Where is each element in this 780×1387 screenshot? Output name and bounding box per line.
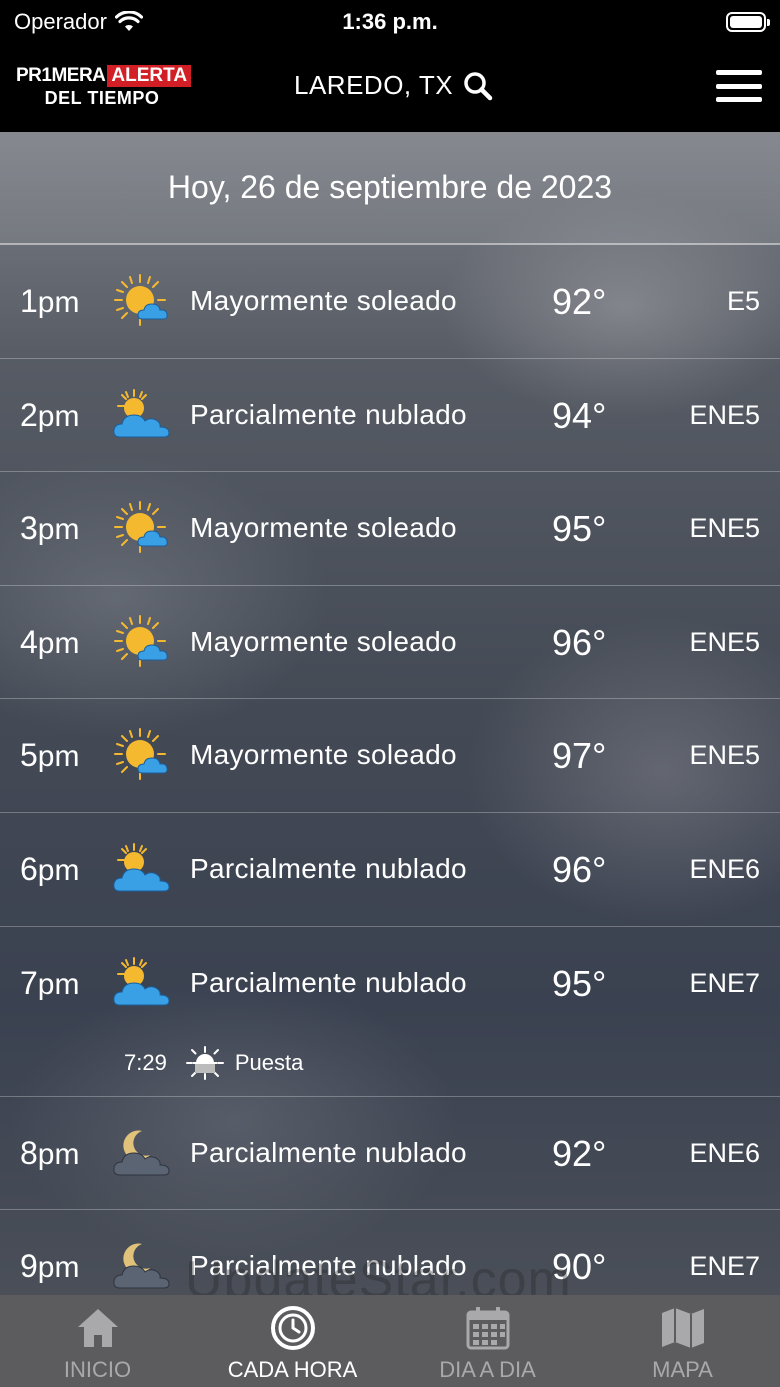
sunset-time: 7:29 [124, 1049, 167, 1075]
location-selector[interactable]: LAREDO, TX [294, 70, 493, 101]
hour-temperature: 96° [552, 621, 607, 663]
tab-label: INICIO [63, 1357, 132, 1382]
hour-row[interactable]: 4pm Mayormente soleado 96° ENE5 [0, 586, 780, 700]
partly-cloudy-icon [112, 388, 170, 438]
tab-label: MAPA [652, 1357, 713, 1382]
status-bar: Operador 1:36 p.m. [0, 0, 780, 44]
hour-temperature: 95° [552, 508, 607, 550]
mostly-sunny-icon [114, 274, 169, 326]
partly-cloudy-icon [112, 842, 170, 892]
battery-icon [726, 12, 770, 32]
hour-temperature: 94° [552, 394, 607, 436]
logo-text-alerta: ALERTA [107, 65, 192, 87]
home-icon [77, 1309, 118, 1347]
status-time: 1:36 p.m. [342, 9, 438, 34]
hour-row[interactable]: 6pm Parcialmente nublado 96° ENE6 [0, 813, 780, 927]
bottom-tab-bar: INICIO CADA HORA DIA A DIA MAPA [0, 1295, 780, 1387]
tab-mapa[interactable]: MAPA [585, 1295, 780, 1387]
mostly-sunny-icon [114, 614, 169, 667]
hour-condition: Parcialmente nublado [190, 966, 467, 998]
hour-time: 6pm [20, 850, 80, 887]
hour-wind: ENE6 [689, 1137, 760, 1168]
hour-row[interactable]: 1pm Mayormente soleado 92° E5 [0, 245, 780, 359]
hour-time: 3pm [20, 510, 80, 547]
hour-time: 9pm [20, 1248, 80, 1285]
app-header: PR1MERA ALERTA DEL TIEMPO LAREDO, TX [0, 44, 780, 132]
wifi-icon [114, 11, 143, 31]
hour-row[interactable]: 5pm Mayormente soleado 97° ENE5 [0, 699, 780, 813]
app-logo: PR1MERA ALERTA DEL TIEMPO [16, 64, 192, 110]
hour-temperature: 97° [552, 735, 607, 777]
hour-condition: Parcialmente nublado [190, 1250, 467, 1282]
sunset-icon [185, 1045, 224, 1080]
hour-condition: Mayormente soleado [190, 512, 457, 544]
tab-label: DIA A DIA [439, 1357, 536, 1382]
logo-text-del-tiempo: DEL TIEMPO [44, 88, 160, 108]
search-icon[interactable] [463, 71, 493, 101]
carrier-label: Operador [14, 9, 107, 34]
hour-time: 4pm [20, 623, 80, 660]
partly-cloudy-night-icon [113, 1129, 170, 1176]
hour-time: 2pm [20, 396, 80, 433]
hour-wind: E5 [726, 286, 760, 316]
hour-row[interactable]: 2pm Parcialmente nublado 94° ENE5 [0, 359, 780, 473]
tab-label: CADA HORA [227, 1357, 358, 1382]
hour-temperature: 92° [552, 281, 607, 322]
hour-condition: Mayormente soleado [190, 739, 457, 771]
logo-text-primera: PR1MERA [16, 65, 106, 86]
hour-row[interactable]: 8pm Parcialmente nublado 92° ENE6 [0, 1097, 780, 1211]
hour-temperature: 95° [552, 962, 607, 1004]
date-header: Hoy, 26 de septiembre de 2023 [0, 132, 780, 245]
tab-inicio[interactable]: INICIO [0, 1295, 195, 1387]
hourly-forecast-list[interactable]: 1pm Mayormente soleado 92° E5 2pm Parcia… [0, 245, 780, 1324]
hour-condition: Parcialmente nublado [190, 852, 467, 884]
hour-wind: ENE5 [689, 399, 760, 430]
hour-time: 5pm [20, 737, 80, 774]
hour-time: 7pm [20, 964, 80, 1001]
map-icon [661, 1308, 704, 1348]
hour-wind: ENE6 [689, 853, 760, 884]
hour-wind: ENE7 [689, 967, 760, 998]
hour-condition: Mayormente soleado [190, 285, 457, 316]
hour-wind: ENE5 [689, 513, 760, 544]
hamburger-menu-icon[interactable] [716, 70, 762, 102]
clock-icon [270, 1306, 315, 1350]
mostly-sunny-icon [114, 501, 169, 554]
sunset-label: Puesta [234, 1049, 304, 1075]
hour-time: 1pm [20, 283, 80, 319]
sunset-info: 7:29 Puesta [124, 1045, 303, 1081]
hour-condition: Parcialmente nublado [190, 1136, 467, 1168]
hour-temperature: 90° [552, 1246, 607, 1288]
hour-wind: ENE7 [689, 1251, 760, 1282]
hour-condition: Parcialmente nublado [190, 398, 467, 430]
hour-temperature: 92° [552, 1132, 607, 1174]
hour-condition: Mayormente soleado [190, 625, 457, 657]
partly-cloudy-night-icon [113, 1243, 170, 1289]
partly-cloudy-icon [112, 956, 170, 1006]
hour-row[interactable]: 3pm Mayormente soleado 95° ENE5 [0, 472, 780, 586]
hour-row[interactable]: 7pm Parcialmente nublado 95° ENE7 7:29 P… [0, 927, 780, 1097]
location-label: LAREDO, TX [294, 70, 454, 100]
hour-wind: ENE5 [689, 626, 760, 657]
tab-dia-a-dia[interactable]: DIA A DIA [390, 1295, 585, 1387]
hour-temperature: 96° [552, 848, 607, 890]
hour-time: 8pm [20, 1134, 80, 1171]
tab-cada-hora[interactable]: CADA HORA [195, 1295, 390, 1387]
calendar-icon [466, 1307, 509, 1350]
mostly-sunny-icon [114, 728, 169, 781]
hour-wind: ENE5 [689, 740, 760, 771]
